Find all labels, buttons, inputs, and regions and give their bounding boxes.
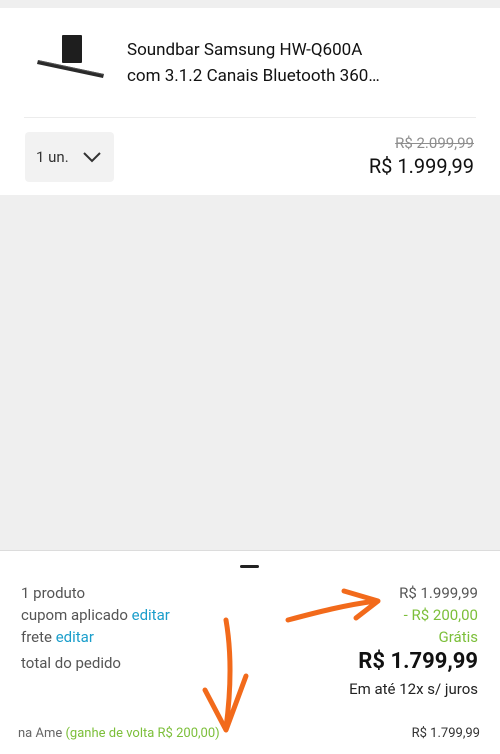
product-price: R$ 1.999,99 — [368, 154, 474, 178]
shipping-value: Grátis — [438, 628, 478, 646]
items-subtotal: R$ 1.999,99 — [399, 584, 478, 602]
quantity-value: 1 un. — [36, 148, 69, 166]
quantity-select[interactable]: 1 un. — [25, 132, 114, 182]
order-summary-sheet: 1 produto R$ 1.999,99 cupom aplicado edi… — [0, 550, 500, 754]
shipping-row: frete editar — [21, 628, 94, 646]
soundbar-product-image[interactable] — [34, 32, 106, 82]
ame-payment-row: na Ame (ganhe de volta R$ 200,00) — [18, 726, 220, 741]
coupon-label: cupom aplicado — [21, 606, 128, 624]
top-strip — [0, 0, 500, 8]
shipping-label: frete — [21, 628, 52, 646]
old-price: R$ 2.099,99 — [395, 134, 474, 152]
product-title[interactable]: Soundbar Samsung HW-Q600A com 3.1.2 Cana… — [127, 37, 477, 89]
cart-item-card: Soundbar Samsung HW-Q600A com 3.1.2 Cana… — [0, 0, 500, 195]
installments-info: Em até 12x s/ juros — [349, 680, 478, 698]
chevron-down-icon — [82, 152, 101, 163]
ame-cashback: (ganhe de volta R$ 200,00) — [65, 726, 220, 741]
total-label: total do pedido — [21, 654, 121, 672]
coupon-discount: - R$ 200,00 — [403, 606, 478, 624]
coupon-row: cupom aplicado editar — [21, 606, 170, 624]
coupon-edit-link[interactable]: editar — [132, 606, 170, 624]
items-count-label: 1 produto — [21, 584, 86, 602]
drag-handle[interactable] — [240, 565, 259, 568]
divider — [24, 117, 476, 118]
ame-price: R$ 1.799,99 — [411, 726, 480, 741]
shipping-edit-link[interactable]: editar — [56, 628, 94, 646]
order-total: R$ 1.799,99 — [358, 649, 478, 674]
ame-label: na Ame — [18, 726, 63, 741]
